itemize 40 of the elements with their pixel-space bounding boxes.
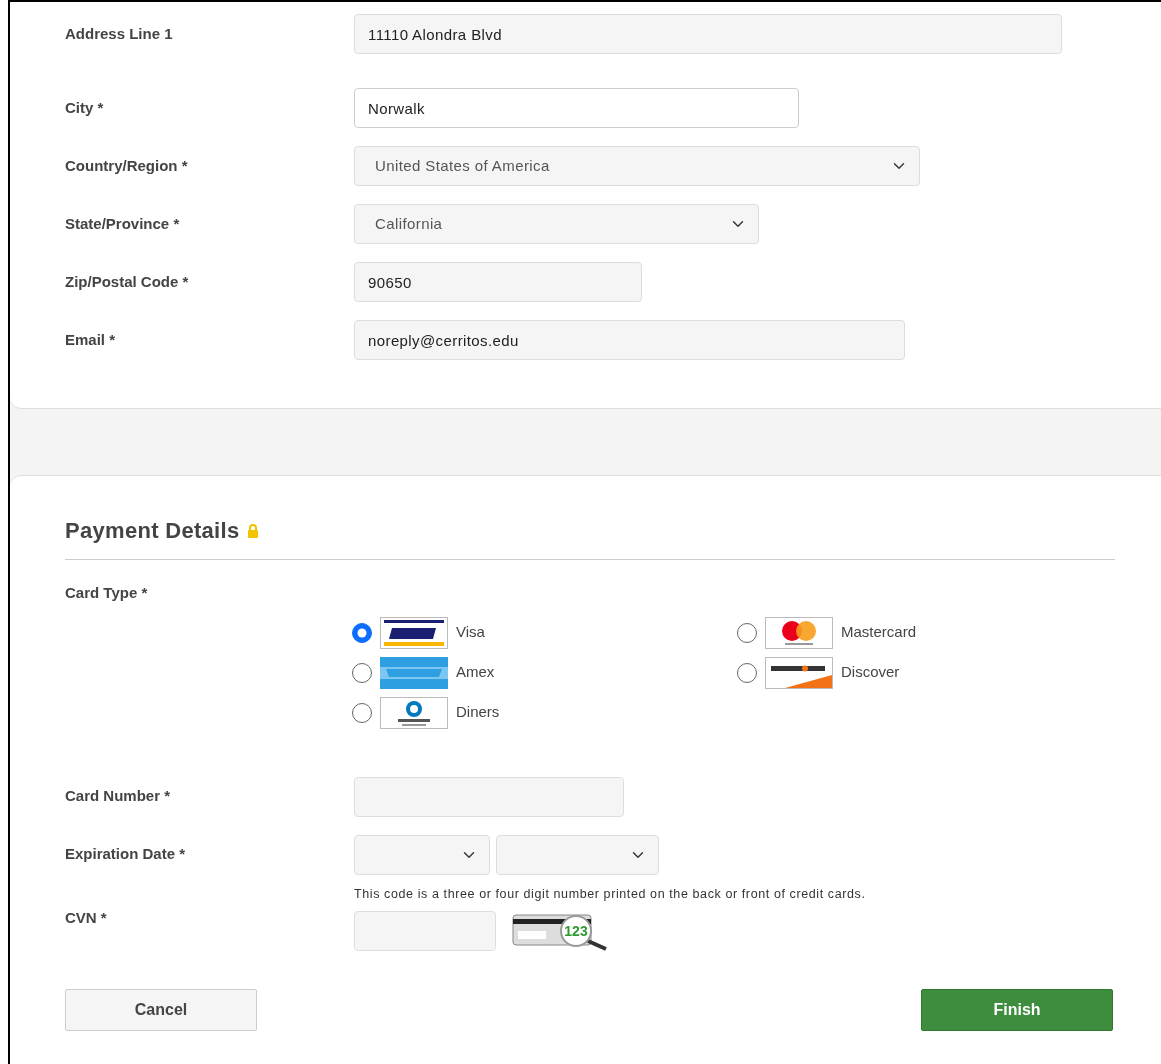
field-label: City *: [65, 97, 105, 118]
field-label: Expiration Date *: [65, 844, 187, 865]
cancel-button[interactable]: Cancel: [65, 989, 257, 1032]
field-label: Email *: [65, 329, 117, 350]
radio-button[interactable]: [352, 702, 372, 723]
card-logo-icon: [380, 696, 448, 729]
card-type-label: Diners: [456, 702, 500, 723]
section-title: Payment Details: [65, 517, 240, 545]
input-field[interactable]: [354, 776, 624, 817]
field-label: Address Line 1: [65, 23, 174, 44]
radio-button[interactable]: [737, 662, 757, 683]
field-label: State/Province *: [65, 213, 181, 234]
finish-button[interactable]: Finish: [921, 989, 1113, 1032]
card-logo-icon: [380, 656, 448, 689]
input-field[interactable]: 90650: [354, 262, 642, 302]
dropdown-field[interactable]: California: [354, 204, 759, 244]
dropdown-field[interactable]: [354, 834, 490, 875]
field-label: CVN *: [65, 907, 108, 928]
dropdown-field[interactable]: [496, 834, 659, 875]
card-logo-icon: [380, 616, 448, 649]
radio-button[interactable]: [737, 622, 757, 643]
lock-icon: [247, 523, 260, 538]
field-label: Country/Region *: [65, 155, 189, 176]
input-field[interactable]: noreply@cerritos.edu: [354, 320, 905, 360]
card-type-label: Discover: [841, 662, 900, 683]
card-logo-icon: [765, 616, 833, 649]
field-label: Card Type *: [65, 583, 149, 603]
field-label: Card Number *: [65, 786, 172, 807]
input-field[interactable]: Norwalk: [354, 88, 799, 128]
dropdown-field[interactable]: United States of America: [354, 146, 920, 186]
radio-button[interactable]: [352, 662, 372, 683]
hint-text: This code is a three or four digit number printed on the back or front of credit cards.: [354, 885, 866, 903]
radio-button[interactable]: [352, 622, 372, 643]
input-field[interactable]: [354, 911, 496, 952]
input-field[interactable]: 11110 Alondra Blvd: [354, 14, 1062, 54]
field-label: Zip/Postal Code *: [65, 271, 190, 292]
card-type-label: Mastercard: [841, 622, 917, 643]
card-type-label: Visa: [456, 622, 485, 643]
card-type-label: Amex: [456, 662, 495, 683]
card-logo-icon: [765, 656, 833, 689]
